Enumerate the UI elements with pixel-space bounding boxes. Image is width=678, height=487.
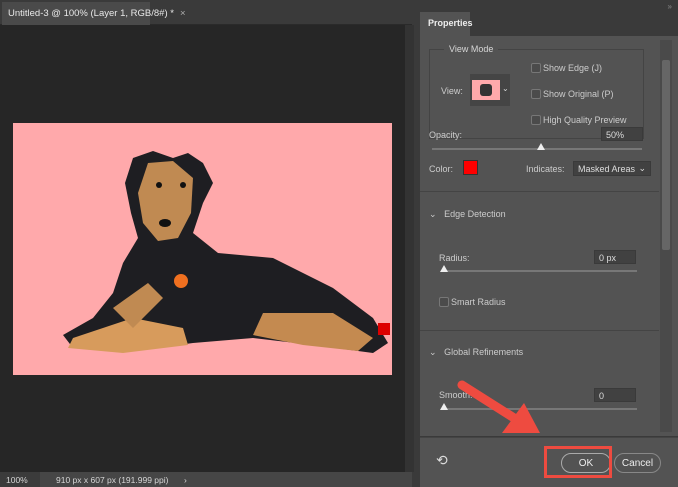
status-bar: 100% 910 px x 607 px (191.999 ppi) › [0,472,412,487]
status-menu-arrow[interactable]: › [184,475,187,485]
indicates-dropdown[interactable]: Masked Areas ⌄ [573,161,651,176]
opacity-label: Opacity: [429,130,463,140]
high-quality-preview-checkbox[interactable]: High Quality Preview [531,115,627,125]
smooth-slider-thumb[interactable] [440,403,448,410]
annotation-arrow [457,380,540,433]
section-divider [420,330,659,331]
chevron-down-icon: ⌄ [502,84,509,93]
panel-scrollbar-thumb[interactable] [662,60,670,250]
radius-label: Radius: [439,253,470,263]
radius-input[interactable]: 0 px [594,250,636,264]
document-tab-title: Untitled-3 @ 100% (Layer 1, RGB/8#) * [8,8,174,19]
radius-slider-thumb[interactable] [440,265,448,272]
section-divider [420,191,659,192]
document-dimensions: 910 px x 607 px (191.999 ppi) [56,475,169,485]
close-icon[interactable]: × [180,8,186,19]
collapse-panel-icon[interactable]: » [668,2,672,11]
panel-scrollbar[interactable] [660,40,672,432]
smart-radius-checkbox[interactable]: Smart Radius [439,297,506,307]
document-tab[interactable]: Untitled-3 @ 100% (Layer 1, RGB/8#) * × [2,2,186,25]
show-edge-checkbox[interactable]: Show Edge (J) [531,63,602,73]
cancel-button[interactable]: Cancel [614,453,661,473]
view-dropdown[interactable]: ⌄ [470,74,510,106]
dog-image [63,151,390,353]
smooth-input[interactable]: 0 [594,388,636,402]
tab-properties[interactable]: Properties [420,12,473,36]
indicates-value: Masked Areas [578,164,636,174]
show-original-checkbox[interactable]: Show Original (P) [531,89,614,99]
image-preview [13,123,392,375]
color-label: Color: [429,164,454,174]
view-mode-legend: View Mode [444,44,499,54]
edge-detection-header[interactable]: ⌄ Edge Detection [429,209,506,220]
chevron-down-icon: ⌄ [638,163,646,173]
opacity-slider-thumb[interactable] [537,143,545,150]
radius-slider[interactable] [441,270,637,272]
view-thumbnail [472,80,500,100]
global-refinements-title: Global Refinements [444,347,524,357]
chevron-down-icon: ⌄ [429,347,437,357]
view-mode-group: View Mode View: ⌄ Show Edge (J) Show Ori… [429,44,644,139]
chevron-down-icon: ⌄ [429,209,437,219]
canvas-scrollbar[interactable] [405,25,414,472]
opacity-input[interactable]: 50% [601,127,643,141]
indicates-label: Indicates: [526,164,565,174]
global-refinements-header[interactable]: ⌄ Global Refinements [429,347,523,358]
color-swatch[interactable] [463,160,478,175]
zoom-level[interactable]: 100% [0,472,40,487]
reset-icon[interactable]: ⟲ [436,452,448,469]
ok-highlight-box [544,446,612,478]
view-label: View: [441,86,463,96]
document-tab-bar: Untitled-3 @ 100% (Layer 1, RGB/8#) * × [0,0,412,25]
edge-detection-title: Edge Detection [444,209,506,219]
